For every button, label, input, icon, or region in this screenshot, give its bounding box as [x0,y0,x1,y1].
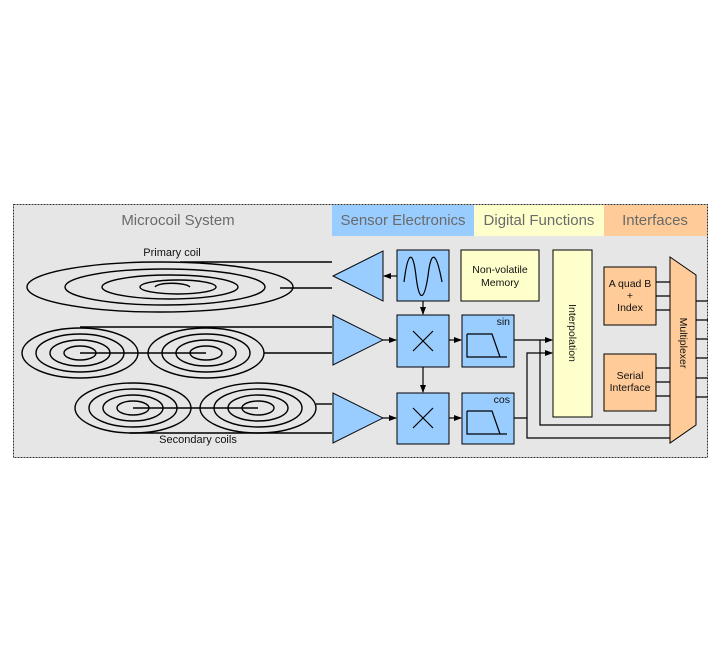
sin-label: sin [497,316,511,328]
serial-label-line2: Interface [610,382,651,394]
diagram-canvas: Microcoil System Sensor Electronics Digi… [13,204,708,458]
multiplexer-label: Multiplexer [677,318,689,369]
serial-label-line1: Serial [617,370,644,382]
header-digital-functions: Digital Functions [484,212,595,229]
header-microcoil-system: Microcoil System [121,212,234,229]
header-interfaces: Interfaces [622,212,688,229]
memory-label-line2: Memory [481,277,520,289]
secondary-coils-label: Secondary coils [159,434,237,446]
memory-label-line1: Non-volatile [472,264,528,276]
aquadb-label-line2: + [627,290,633,302]
primary-coil-label: Primary coil [143,247,200,259]
header-sensor-electronics: Sensor Electronics [340,212,465,229]
aquadb-label-line1: A quad B [609,278,652,290]
interpolation-label: Interpolation [566,304,578,362]
cos-label: cos [494,394,510,406]
aquadb-label-line3: Index [617,302,643,314]
